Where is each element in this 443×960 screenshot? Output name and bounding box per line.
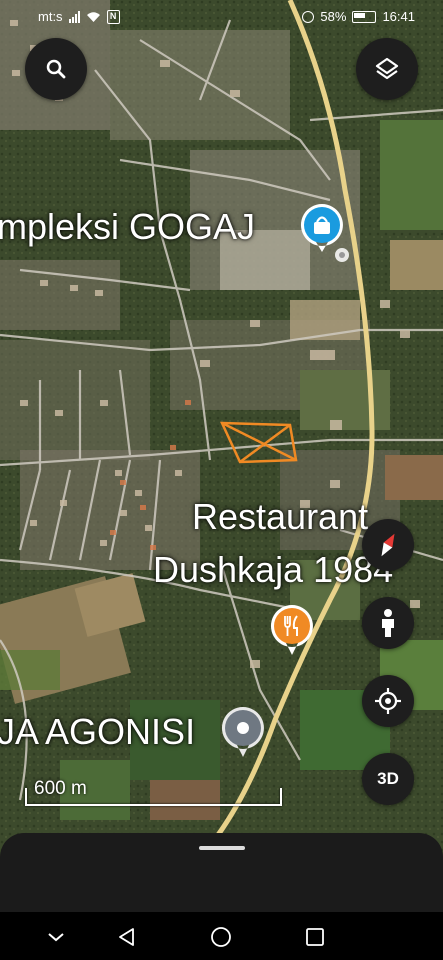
recents-square-icon [306,928,324,946]
layers-icon [375,57,399,80]
place-label-restaurant-line2[interactable]: Dushkaja 1984 [153,549,393,591]
sheet-drag-handle[interactable] [199,846,245,850]
home-circle-icon [211,927,231,947]
search-icon [46,59,66,79]
battery-percent: 58% [320,9,347,24]
clock: 16:41 [382,9,415,24]
signal-icon [68,10,80,23]
chevron-down-icon [48,933,64,942]
nav-back-button[interactable] [114,924,140,950]
my-location-button[interactable] [362,675,414,727]
compass-icon [381,533,395,557]
satellite-map[interactable] [0,0,443,960]
bottom-sheet[interactable] [0,833,443,913]
place-label-restaurant-line1[interactable]: Restaurant [192,496,368,538]
layers-button[interactable] [356,38,418,100]
wifi-icon [86,11,100,22]
fork-knife-icon[interactable] [268,603,316,657]
place-pin-icon[interactable] [219,705,267,759]
status-bar: mt:s N 58% 16:41 [0,0,443,34]
search-button[interactable] [25,38,87,100]
3d-toggle-button[interactable]: 3D [362,753,414,805]
back-triangle-icon [119,928,134,946]
system-nav-bar [0,912,443,960]
nav-home-button[interactable] [208,924,234,950]
place-label-agonisi[interactable]: JA AGONISI [0,711,195,753]
nav-recents-button[interactable] [302,924,328,950]
nfc-icon: N [106,9,120,24]
place-pin-icon [335,248,349,262]
nav-collapse-button[interactable] [43,924,69,950]
place-label-gogaj[interactable]: mpleksi GOGAJ [0,206,255,248]
my-location-icon [375,688,401,714]
pegman-icon [382,609,394,637]
street-view-button[interactable] [362,597,414,649]
compass-button[interactable] [362,519,414,571]
scale-label: 600 m [34,778,87,799]
battery-icon [352,10,377,23]
alarm-icon [302,10,315,23]
carrier-name: mt:s [38,9,63,24]
